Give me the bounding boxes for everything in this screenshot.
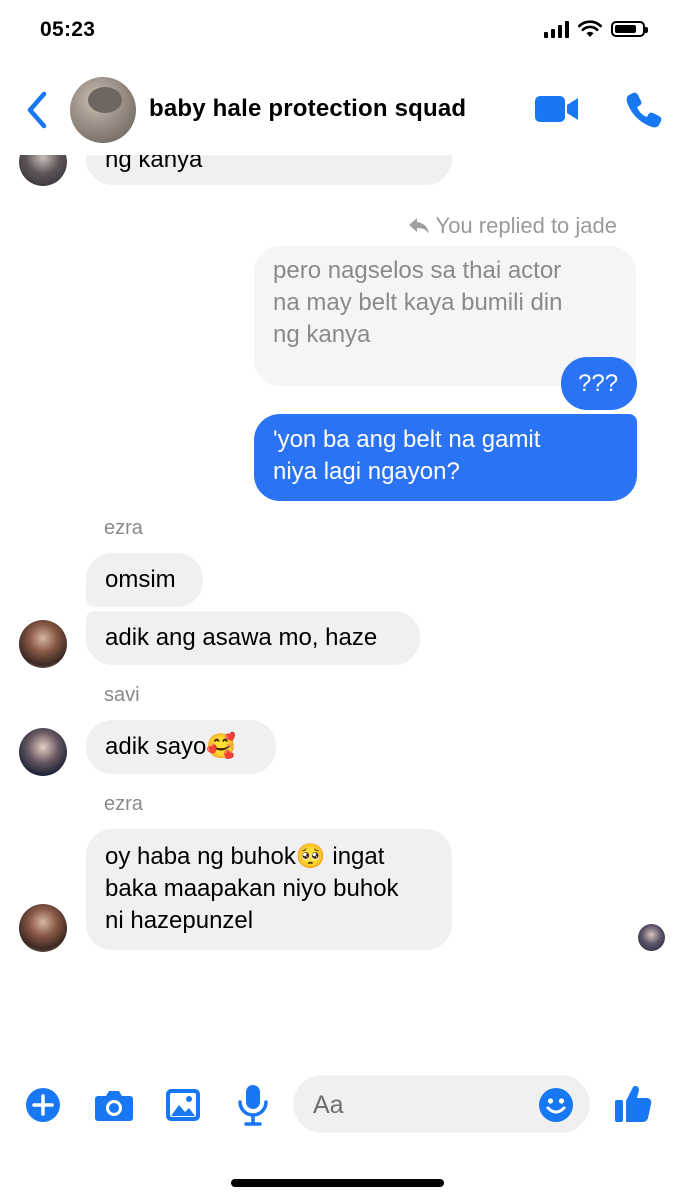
incoming-message[interactable]: adik ang asawa mo, haze	[86, 611, 420, 665]
message-text: adik sayo🥰	[105, 733, 237, 760]
group-avatar[interactable]	[70, 77, 136, 143]
outgoing-message[interactable]: 'yon ba ang belt na gamit niya lagi ngay…	[254, 414, 637, 501]
battery-icon	[611, 21, 648, 37]
quoted-line: na may belt kaya bumili din	[273, 289, 563, 316]
phone-icon[interactable]	[624, 90, 664, 130]
emoji-icon[interactable]	[538, 1087, 574, 1123]
quoted-line: pero nagselos sa thai actor	[273, 257, 562, 284]
sender-avatar[interactable]	[19, 728, 67, 776]
status-time: 05:23	[40, 18, 96, 41]
message-text: adik ang asawa mo, haze	[105, 624, 378, 651]
message-line: niya lagi ngayon?	[273, 458, 460, 485]
quoted-line: ng kanya	[273, 321, 371, 348]
reply-indicator-text: You replied to jade	[435, 213, 617, 238]
message-text: omsim	[105, 566, 176, 593]
sender-avatar[interactable]	[19, 904, 67, 952]
image-icon[interactable]	[165, 1088, 201, 1122]
status-icons	[544, 20, 648, 38]
home-indicator	[231, 1179, 444, 1187]
sender-avatar[interactable]	[19, 620, 67, 668]
sender-name: ezra	[104, 517, 143, 539]
wifi-icon	[578, 20, 602, 37]
sender-name: ezra	[104, 793, 143, 815]
outgoing-message[interactable]: ???	[561, 357, 637, 410]
reply-arrow-icon	[408, 218, 429, 234]
camera-icon[interactable]	[94, 1088, 134, 1122]
incoming-message[interactable]: oy haba ng buhok🥺 ingat baka maapakan ni…	[86, 829, 452, 950]
video-camera-icon[interactable]	[534, 94, 580, 124]
message-line: 'yon ba ang belt na gamit	[273, 426, 541, 453]
sender-name: savi	[104, 684, 140, 706]
seen-avatar	[638, 924, 665, 951]
reply-indicator: You replied to jade	[408, 213, 617, 239]
conversation-title[interactable]: baby hale protection squad	[149, 95, 466, 123]
chat-header: baby hale protection squad	[0, 60, 675, 155]
signal-icon	[544, 20, 569, 38]
message-composer[interactable]	[293, 1075, 590, 1133]
incoming-message[interactable]: omsim	[86, 553, 203, 607]
plus-icon[interactable]	[25, 1087, 61, 1123]
message-line: baka maapakan niyo buhok	[105, 875, 399, 902]
microphone-icon[interactable]	[236, 1084, 270, 1126]
message-input[interactable]	[311, 1085, 525, 1125]
message-line: oy haba ng buhok🥺 ingat	[105, 843, 385, 870]
message-line: ni hazepunzel	[105, 907, 254, 934]
back-arrow-icon[interactable]	[20, 88, 56, 132]
thumbs-up-icon[interactable]	[614, 1084, 652, 1124]
message-text: ???	[578, 370, 619, 397]
incoming-message[interactable]: adik sayo🥰	[86, 720, 276, 774]
